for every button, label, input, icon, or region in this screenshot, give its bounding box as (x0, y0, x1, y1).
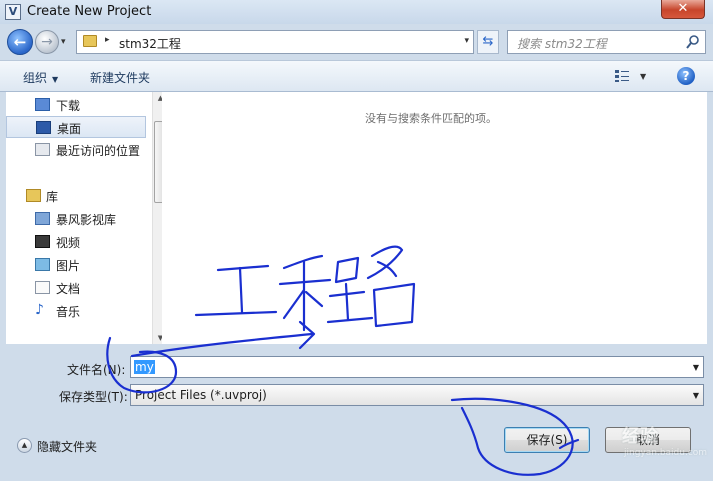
file-list-pane[interactable]: 没有与搜索条件匹配的项。 (162, 92, 707, 344)
recent-pages-dropdown[interactable]: ▾ (61, 37, 66, 47)
change-view-icon[interactable] (614, 69, 630, 83)
search-icon[interactable] (686, 33, 700, 51)
sidebar-item-libraries[interactable]: 库 (6, 185, 146, 207)
filename-input[interactable]: my ▼ (130, 356, 704, 378)
organize-label[interactable]: 组织 (23, 71, 47, 85)
sidebar-item-storm-library[interactable]: 暴风影视库 (6, 208, 146, 230)
filename-label: 文件名(N): (67, 363, 126, 377)
new-folder-button[interactable]: 新建文件夹 (90, 69, 150, 86)
music-icon: ♪ (35, 303, 50, 317)
filetype-value[interactable]: Project Files (*.uvproj) (135, 388, 267, 402)
sidebar-item-pictures[interactable]: 图片 (6, 254, 146, 276)
sidebar-item-label: 图片 (56, 259, 81, 273)
watermark-url: jingyan.baidu.com (624, 448, 708, 458)
collapse-chevron-icon[interactable]: ▲ (17, 438, 32, 453)
pictures-icon (35, 258, 50, 271)
sidebar-item-label: 桌面 (57, 122, 82, 136)
save-button[interactable]: 保存(S) (504, 427, 590, 453)
watermark-text: 经验 (622, 426, 658, 447)
sidebar-item-desktop[interactable]: 桌面 (6, 116, 146, 138)
window-title: Create New Project (27, 4, 152, 19)
help-icon[interactable]: ? (677, 67, 695, 85)
breadcrumb-separator-icon[interactable]: ▸ (105, 35, 110, 45)
sidebar-item-label: 库 (46, 190, 59, 204)
recent-places-icon (35, 143, 50, 156)
address-dropdown-icon[interactable]: ▾ (464, 36, 469, 46)
navigation-row: ← → ▾ ▸ stm32工程 ▾ ⇆ 搜索 stm32工程 (0, 25, 713, 59)
filetype-select[interactable]: Project Files (*.uvproj) ▼ (130, 384, 704, 406)
sidebar-item-videos[interactable]: 视频 (6, 231, 146, 253)
filetype-label: 保存类型(T): (59, 390, 128, 404)
filetype-dropdown-icon[interactable]: ▼ (693, 391, 699, 400)
forward-button[interactable]: → (35, 30, 59, 54)
keil-app-icon: V (5, 4, 21, 20)
view-options-caret-icon[interactable]: ▼ (640, 72, 646, 81)
desktop-icon (36, 121, 51, 134)
documents-icon (35, 281, 50, 294)
empty-results-message: 没有与搜索条件匹配的项。 (365, 112, 497, 125)
hide-folders-label[interactable]: 隐藏文件夹 (37, 438, 97, 455)
storm-library-icon (35, 212, 50, 225)
sidebar-item-label: 视频 (56, 236, 81, 250)
command-toolbar: 组织 ▼ 新建文件夹 ▼ ? (0, 60, 713, 92)
sidebar-item-music[interactable]: ♪ 音乐 (6, 300, 146, 322)
sidebar-item-label: 暴风影视库 (56, 213, 117, 227)
library-icon (26, 189, 41, 202)
address-bar[interactable]: ▸ stm32工程 ▾ (76, 30, 474, 54)
sidebar-item-label: 下载 (56, 99, 81, 113)
sidebar-item-label: 最近访问的位置 (56, 144, 141, 158)
back-button[interactable]: ← (7, 29, 33, 55)
baidu-jingyan-watermark: 经验 jingyan.baidu.com (588, 412, 708, 472)
sidebar-item-recent-places[interactable]: 最近访问的位置 (6, 139, 146, 161)
refresh-button[interactable]: ⇆ (477, 30, 499, 54)
organize-caret-icon[interactable]: ▼ (52, 75, 58, 84)
search-placeholder[interactable]: 搜索 stm32工程 (517, 35, 607, 52)
hide-folders-toggle[interactable]: ▲ 隐藏文件夹 (15, 436, 125, 456)
title-bar: V Create New Project ✕ (0, 0, 713, 24)
breadcrumb-current-folder[interactable]: stm32工程 (119, 35, 181, 52)
filename-dropdown-icon[interactable]: ▼ (693, 363, 699, 372)
navigation-pane: 下载 桌面 最近访问的位置 库 暴风影视库 视频 图片 文档 ♪ 音乐 ▲ ▼ (6, 92, 167, 344)
video-icon (35, 235, 50, 248)
folder-icon (83, 35, 97, 47)
sidebar-item-downloads[interactable]: 下载 (6, 94, 146, 116)
download-folder-icon (35, 98, 50, 111)
sidebar-item-label: 音乐 (56, 305, 81, 319)
close-button[interactable]: ✕ (661, 0, 705, 19)
filename-value[interactable]: my (134, 360, 155, 374)
search-box[interactable]: 搜索 stm32工程 (507, 30, 706, 54)
sidebar-item-label: 文档 (56, 282, 81, 296)
organize-menu[interactable]: 组织 ▼ (23, 69, 58, 86)
sidebar-item-documents[interactable]: 文档 (6, 277, 146, 299)
